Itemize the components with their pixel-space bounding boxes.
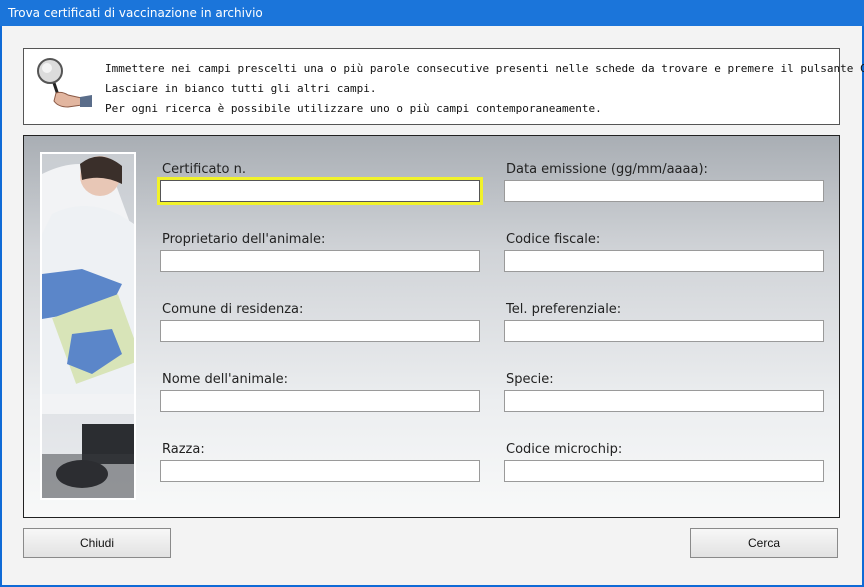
data-emissione-input[interactable] [504,180,824,202]
instruction-line-3: Per ogni ricerca è possibile utilizzare … [105,102,602,115]
instruction-line-2: Lasciare in bianco tutti gli altri campi… [105,82,377,95]
proprietario-label: Proprietario dell'animale: [162,232,326,247]
telefono-label: Tel. preferenziale: [506,302,622,317]
nome-animale-label: Nome dell'animale: [162,372,288,387]
nome-animale-input[interactable] [160,390,480,412]
telefono-input[interactable] [504,320,824,342]
dialog-body: Immettere nei campi prescelti una o più … [2,26,864,585]
microchip-input[interactable] [504,460,824,482]
razza-input[interactable] [160,460,480,482]
comune-input[interactable] [160,320,480,342]
search-button[interactable]: Cerca [690,528,838,558]
search-form-panel: Certificato n. Data emissione (gg/mm/aaa… [23,135,840,518]
certificato-label: Certificato n. [162,162,246,177]
magnifier-hand-icon [37,58,92,108]
instruction-line-1: Immettere nei campi prescelti una o più … [105,62,864,75]
proprietario-input[interactable] [160,250,480,272]
close-button[interactable]: Chiudi [23,528,171,558]
instructions-box: Immettere nei campi prescelti una o più … [23,48,864,125]
specie-input[interactable] [504,390,824,412]
window-title: Trova certificati di vaccinazione in arc… [0,0,864,26]
comune-label: Comune di residenza: [162,302,304,317]
specie-label: Specie: [506,372,554,387]
doctor-image [40,152,136,500]
certificato-input[interactable] [157,177,483,205]
codice-fiscale-label: Codice fiscale: [506,232,601,247]
microchip-label: Codice microchip: [506,442,623,457]
data-emissione-label: Data emissione (gg/mm/aaaa): [506,162,708,177]
razza-label: Razza: [162,442,205,457]
app-window: Trova certificati di vaccinazione in arc… [0,0,864,587]
codice-fiscale-input[interactable] [504,250,824,272]
